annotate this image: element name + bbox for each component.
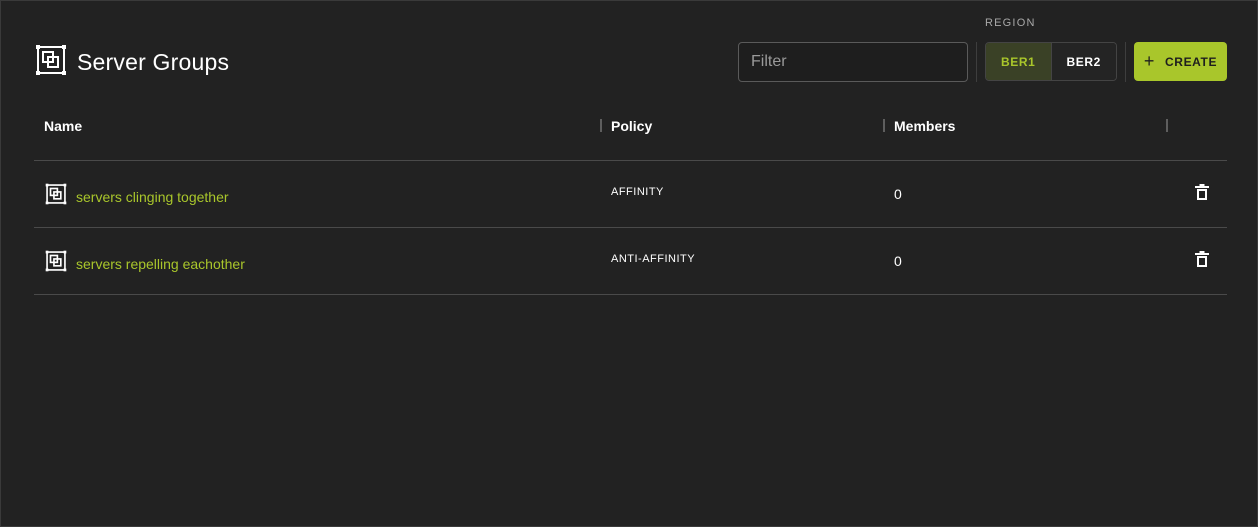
region-ber1-button[interactable]: BER1 — [986, 43, 1052, 80]
page-title: Server Groups — [35, 44, 230, 81]
create-button[interactable]: + CREATE — [1134, 42, 1227, 81]
trash-icon — [1195, 183, 1209, 205]
server-group-icon — [45, 183, 67, 210]
members-cell: 0 — [894, 186, 902, 202]
server-group-link[interactable]: servers clinging together — [76, 189, 229, 205]
create-button-label: CREATE — [1165, 54, 1218, 69]
region-ber2-button[interactable]: BER2 — [1051, 43, 1116, 80]
column-header-policy[interactable]: Policy — [611, 118, 652, 134]
server-group-name-cell: servers repelling eachother — [45, 250, 245, 277]
column-resize-handle[interactable] — [1166, 119, 1168, 132]
divider — [1125, 42, 1126, 82]
page-title-text: Server Groups — [77, 48, 230, 75]
server-group-link[interactable]: servers repelling eachother — [76, 256, 245, 272]
server-group-icon — [45, 250, 67, 277]
server-group-name-cell: servers clinging together — [45, 183, 229, 210]
region-label: REGION — [985, 17, 1036, 29]
table-header: Name Policy Members — [34, 101, 1227, 161]
delete-button[interactable] — [1194, 250, 1210, 272]
server-groups-table: Name Policy Members servers clinging tog… — [34, 101, 1227, 295]
table-row: servers repelling eachother ANTI-AFFINIT… — [34, 228, 1227, 295]
column-header-name[interactable]: Name — [44, 118, 82, 134]
policy-cell: AFFINITY — [611, 186, 664, 198]
members-cell: 0 — [894, 253, 902, 269]
server-group-icon — [35, 44, 67, 81]
divider — [976, 42, 977, 82]
region-toggle: BER1 BER2 — [985, 42, 1117, 81]
column-resize-handle[interactable] — [600, 119, 602, 132]
filter-input[interactable] — [738, 42, 968, 82]
delete-button[interactable] — [1194, 183, 1210, 205]
column-resize-handle[interactable] — [883, 119, 885, 132]
column-header-members[interactable]: Members — [894, 118, 955, 134]
trash-icon — [1195, 250, 1209, 272]
policy-cell: ANTI-AFFINITY — [611, 253, 696, 265]
table-row: servers clinging together AFFINITY 0 — [34, 161, 1227, 228]
plus-icon: + — [1143, 50, 1156, 71]
app-frame: Server Groups REGION BER1 BER2 + CREATE … — [0, 0, 1258, 527]
